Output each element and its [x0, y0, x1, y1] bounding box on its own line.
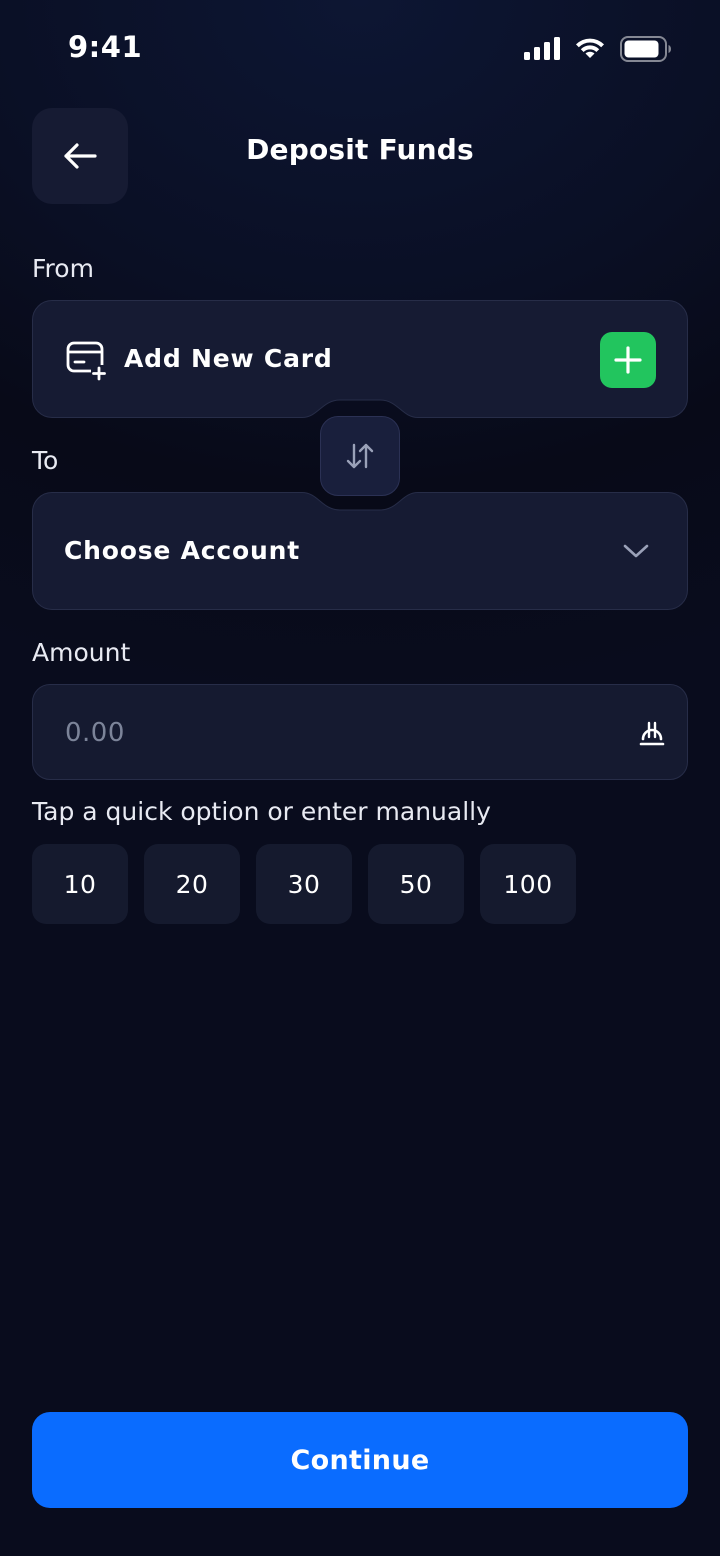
cellular-signal-icon [524, 37, 560, 60]
quick-option-10[interactable]: 10 [32, 844, 128, 924]
lari-currency-icon [639, 721, 665, 746]
quick-option-30[interactable]: 30 [256, 844, 352, 924]
chevron-down-icon [623, 544, 649, 558]
amount-field[interactable] [32, 684, 688, 781]
quick-option-100[interactable]: 100 [480, 844, 576, 924]
quick-option-chips: 10 20 30 50 100 [32, 844, 576, 924]
choose-account-dropdown[interactable]: Choose Account [32, 492, 688, 610]
swap-vertical-icon [346, 443, 374, 469]
card-add-icon [66, 341, 108, 381]
add-new-card-text: Add New Card [124, 344, 333, 373]
wifi-icon [576, 38, 604, 58]
quick-option-hint: Tap a quick option or enter manually [32, 797, 491, 826]
amount-input[interactable] [63, 685, 607, 781]
status-time: 9:41 [68, 30, 143, 64]
swap-button[interactable] [320, 416, 400, 496]
page-title: Deposit Funds [246, 133, 474, 166]
from-label: From [32, 254, 94, 283]
add-card-button[interactable] [600, 332, 656, 388]
status-icons [524, 36, 672, 62]
quick-option-50[interactable]: 50 [368, 844, 464, 924]
deposit-funds-screen: 9:41 Deposit Funds From Add New Card To … [0, 0, 720, 1556]
amount-label: Amount [32, 638, 131, 667]
continue-button[interactable]: Continue [32, 1412, 688, 1508]
add-new-card-field[interactable]: Add New Card [32, 300, 688, 418]
quick-option-20[interactable]: 20 [144, 844, 240, 924]
plus-icon [614, 346, 642, 374]
to-label: To [32, 446, 59, 475]
battery-icon [620, 36, 671, 62]
choose-account-text: Choose Account [64, 536, 300, 565]
